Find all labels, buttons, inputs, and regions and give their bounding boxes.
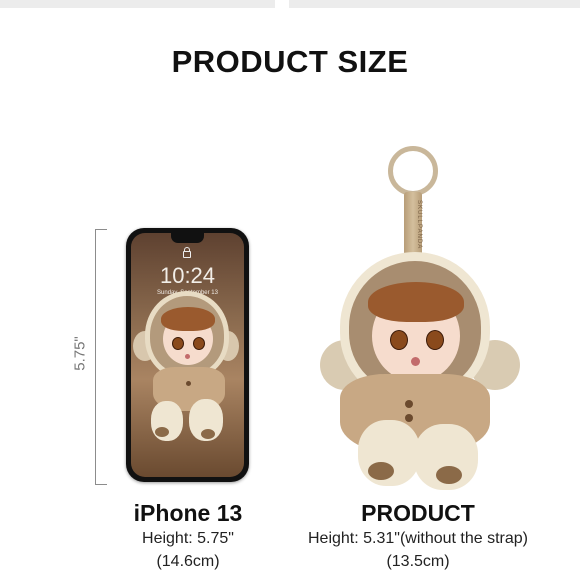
iphone-image: 10:24 Sunday, September 13 <box>126 228 249 482</box>
phone-lockscreen: 10:24 Sunday, September 13 <box>131 233 244 477</box>
strap-brand-text: SKULLPANDA <box>416 200 422 250</box>
keyring-icon <box>388 146 438 196</box>
top-divider-left <box>0 0 275 8</box>
product-metric-label: (13.5cm) <box>386 553 450 570</box>
phone-metric-label: (14.6cm) <box>156 553 220 570</box>
phone-name-label: iPhone 13 <box>133 500 243 526</box>
bracket-top-tick <box>95 229 107 230</box>
lockscreen-clock: 10:24 <box>159 263 216 288</box>
phone-notch <box>171 233 204 243</box>
bracket-vertical <box>95 229 96 485</box>
top-divider-right <box>289 0 580 8</box>
bracket-bottom-tick <box>95 484 107 485</box>
phone-height-label: Height: 5.75" <box>142 530 234 547</box>
lock-icon <box>183 247 191 258</box>
product-height-label: Height: 5.31"(without the strap) <box>307 530 528 547</box>
page-title: PRODUCT SIZE <box>171 44 409 79</box>
height-dimension-label: 5.75" <box>71 336 89 371</box>
product-name-label: PRODUCT <box>361 500 475 526</box>
